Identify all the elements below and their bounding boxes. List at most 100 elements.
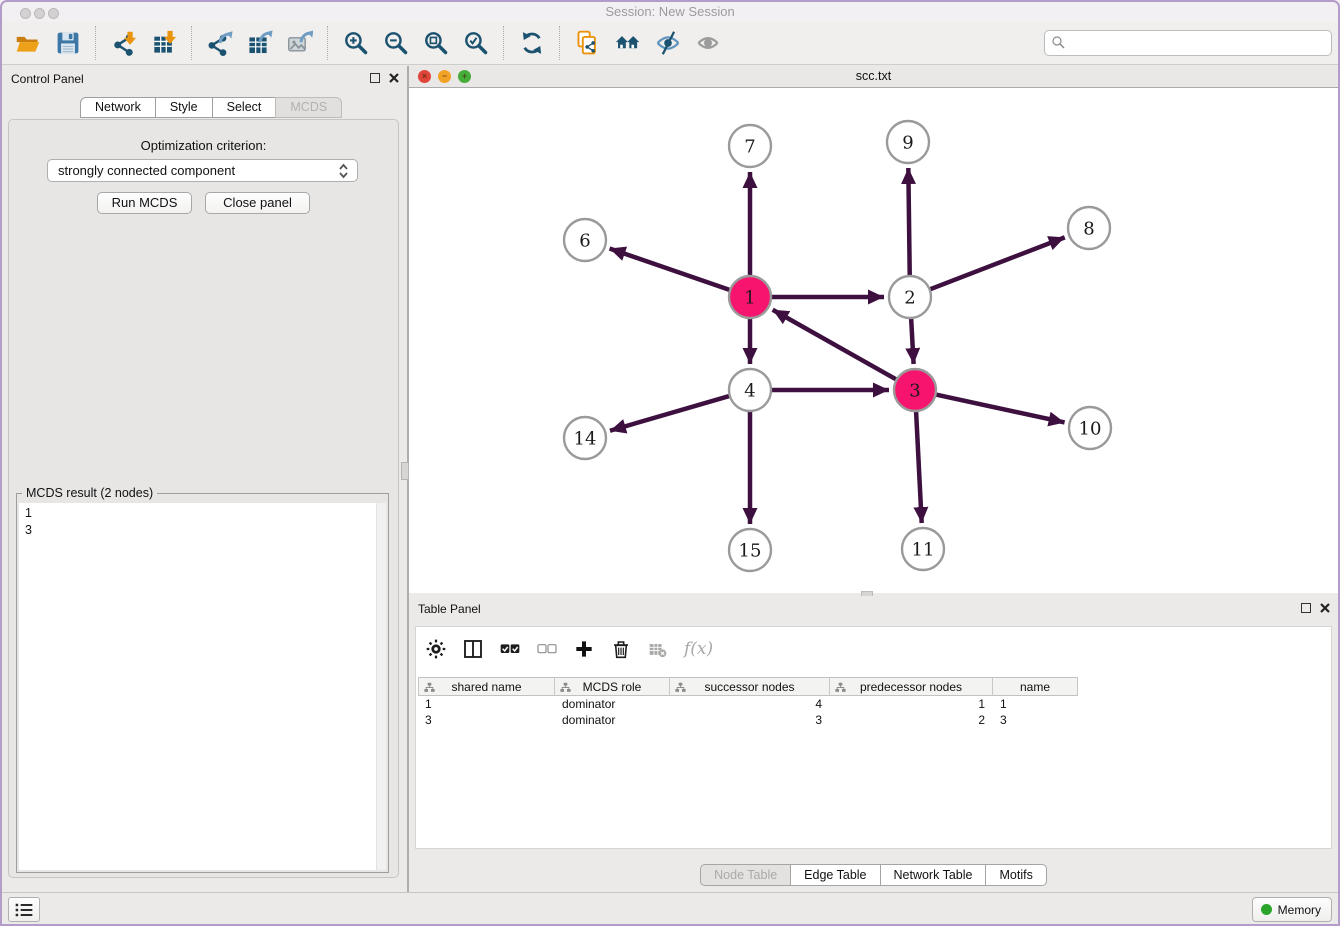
hide-selected-button[interactable] — [648, 25, 688, 61]
graph-node-label-14: 14 — [574, 428, 597, 449]
apply-preferred-layout-button[interactable] — [512, 25, 552, 61]
graph-node-2[interactable]: 2 — [889, 276, 931, 318]
show-all-button — [688, 25, 728, 61]
memory-status-icon — [1261, 904, 1272, 915]
select-all-rows-button[interactable] — [500, 639, 520, 659]
new-network-from-selection-button[interactable] — [568, 25, 608, 61]
show-task-history-button[interactable] — [8, 897, 40, 922]
network-canvas[interactable]: 1 2 3 4 6 7 8 9 10 11 14 15 — [409, 88, 1338, 593]
run-mcds-button[interactable]: Run MCDS — [97, 192, 192, 214]
open-file-button[interactable] — [8, 25, 48, 61]
close-panel-button[interactable]: Close panel — [205, 192, 310, 214]
graph-node-9[interactable]: 9 — [887, 121, 929, 163]
zoom-fit-content-button[interactable] — [416, 25, 456, 61]
graph-node-label-10: 10 — [1079, 418, 1102, 439]
import-table-from-file-button[interactable] — [144, 25, 184, 61]
search-field — [1044, 30, 1332, 56]
control-tab-network[interactable]: Network — [80, 97, 156, 118]
import-network-from-file-button[interactable] — [104, 25, 144, 61]
control-tab-style[interactable]: Style — [155, 97, 213, 118]
column-header-successor-nodes[interactable]: successor nodes — [670, 677, 830, 696]
graph-node-8[interactable]: 8 — [1068, 207, 1110, 249]
select-first-neighbors-button[interactable] — [608, 25, 648, 61]
table-cell[interactable]: 3 — [993, 712, 1078, 728]
control-tab-mcds[interactable]: MCDS — [275, 97, 342, 118]
float-panel-icon[interactable] — [370, 73, 380, 83]
graph-node-label-4: 4 — [744, 380, 755, 401]
graph-node-10[interactable]: 10 — [1069, 407, 1111, 449]
panel-divider-grip[interactable] — [401, 462, 409, 480]
table-cell[interactable]: dominator — [555, 696, 670, 712]
column-header-shared-name[interactable]: shared name — [418, 677, 555, 696]
table-cell[interactable]: 3 — [418, 712, 555, 728]
table-cell[interactable]: 4 — [670, 696, 830, 712]
graph-edge-3-1[interactable] — [773, 310, 899, 381]
table-row-1[interactable]: 1dominator411 — [418, 696, 1078, 712]
graph-node-3[interactable]: 3 — [894, 369, 936, 411]
toolbar-separator — [191, 26, 193, 60]
table-toolbar: f(x) — [426, 631, 713, 667]
table-cell[interactable]: 1 — [993, 696, 1078, 712]
export-image-button[interactable] — [280, 25, 320, 61]
network-window-titlebar: × − + scc.txt — [409, 66, 1338, 88]
zoom-selected-region-button[interactable] — [456, 25, 496, 61]
graph-edge-3-10[interactable] — [934, 394, 1065, 422]
graph-edge-2-8[interactable] — [928, 237, 1065, 290]
export-network-button[interactable] — [200, 25, 240, 61]
table-cell[interactable]: 2 — [830, 712, 993, 728]
criterion-dropdown[interactable]: strongly connected component — [47, 159, 358, 182]
column-header-MCDS-role[interactable]: MCDS role — [555, 677, 670, 696]
table-row-2[interactable]: 3dominator323 — [418, 712, 1078, 728]
graph-edge-1-6[interactable] — [610, 248, 732, 290]
delete-column-button[interactable] — [611, 639, 631, 659]
table-tab-node-table[interactable]: Node Table — [700, 864, 791, 886]
show-columns-button[interactable] — [463, 639, 483, 659]
mcds-result-scrollbar[interactable] — [376, 503, 386, 870]
deselect-all-rows-button[interactable] — [537, 639, 557, 659]
column-header-name[interactable]: name — [993, 677, 1078, 696]
close-table-panel-icon[interactable] — [1320, 603, 1330, 613]
float-table-panel-icon[interactable] — [1301, 603, 1311, 613]
save-session-button[interactable] — [48, 25, 88, 61]
table-cell[interactable]: 1 — [418, 696, 555, 712]
export-table-button[interactable] — [240, 25, 280, 61]
app-titlebar: Session: New Session — [0, 0, 1340, 22]
table-cell[interactable]: 1 — [830, 696, 993, 712]
column-header-label: name — [1020, 680, 1050, 694]
zoom-in-button[interactable] — [336, 25, 376, 61]
table-tab-edge-table[interactable]: Edge Table — [790, 864, 880, 886]
graph-edge-3-11[interactable] — [916, 409, 922, 523]
graph-edge-4-14[interactable] — [610, 395, 732, 430]
table-tab-network-table[interactable]: Network Table — [880, 864, 987, 886]
graph-edge-2-3[interactable] — [911, 316, 914, 364]
table-tab-motifs[interactable]: Motifs — [985, 864, 1046, 886]
graph-node-1[interactable]: 1 — [729, 276, 771, 318]
column-tree-icon — [835, 682, 846, 693]
table-mode-button[interactable] — [426, 639, 446, 659]
graph-node-label-8: 8 — [1083, 218, 1094, 239]
graph-node-label-9: 9 — [902, 132, 913, 153]
zoom-out-button[interactable] — [376, 25, 416, 61]
memory-button[interactable]: Memory — [1252, 897, 1332, 922]
toolbar-separator — [95, 26, 97, 60]
table-area: f(x) shared nameMCDS rolesuccessor nodes… — [415, 626, 1332, 849]
graph-node-7[interactable]: 7 — [729, 125, 771, 167]
graph-node-label-6: 6 — [579, 230, 590, 251]
graph-edge-2-9[interactable] — [908, 168, 909, 278]
add-column-button[interactable] — [574, 639, 594, 659]
column-header-predecessor-nodes[interactable]: predecessor nodes — [830, 677, 993, 696]
network-view-window: × − + scc.txt 1 2 3 4 6 7 8 9 10 11 14 15 — [409, 66, 1338, 593]
close-panel-icon[interactable] — [389, 73, 399, 83]
network-window-title: scc.txt — [409, 69, 1338, 83]
graph-node-6[interactable]: 6 — [564, 219, 606, 261]
control-tab-select[interactable]: Select — [212, 97, 277, 118]
graph-node-4[interactable]: 4 — [729, 369, 771, 411]
graph-node-14[interactable]: 14 — [564, 417, 606, 459]
table-header-row: shared nameMCDS rolesuccessor nodesprede… — [418, 677, 1078, 696]
network-search-input[interactable] — [1044, 30, 1332, 56]
graph-node-15[interactable]: 15 — [729, 529, 771, 571]
table-cell[interactable]: dominator — [555, 712, 670, 728]
graph-node-11[interactable]: 11 — [902, 528, 944, 570]
table-cell[interactable]: 3 — [670, 712, 830, 728]
mcds-result-textarea[interactable]: 1 3 — [19, 503, 386, 870]
